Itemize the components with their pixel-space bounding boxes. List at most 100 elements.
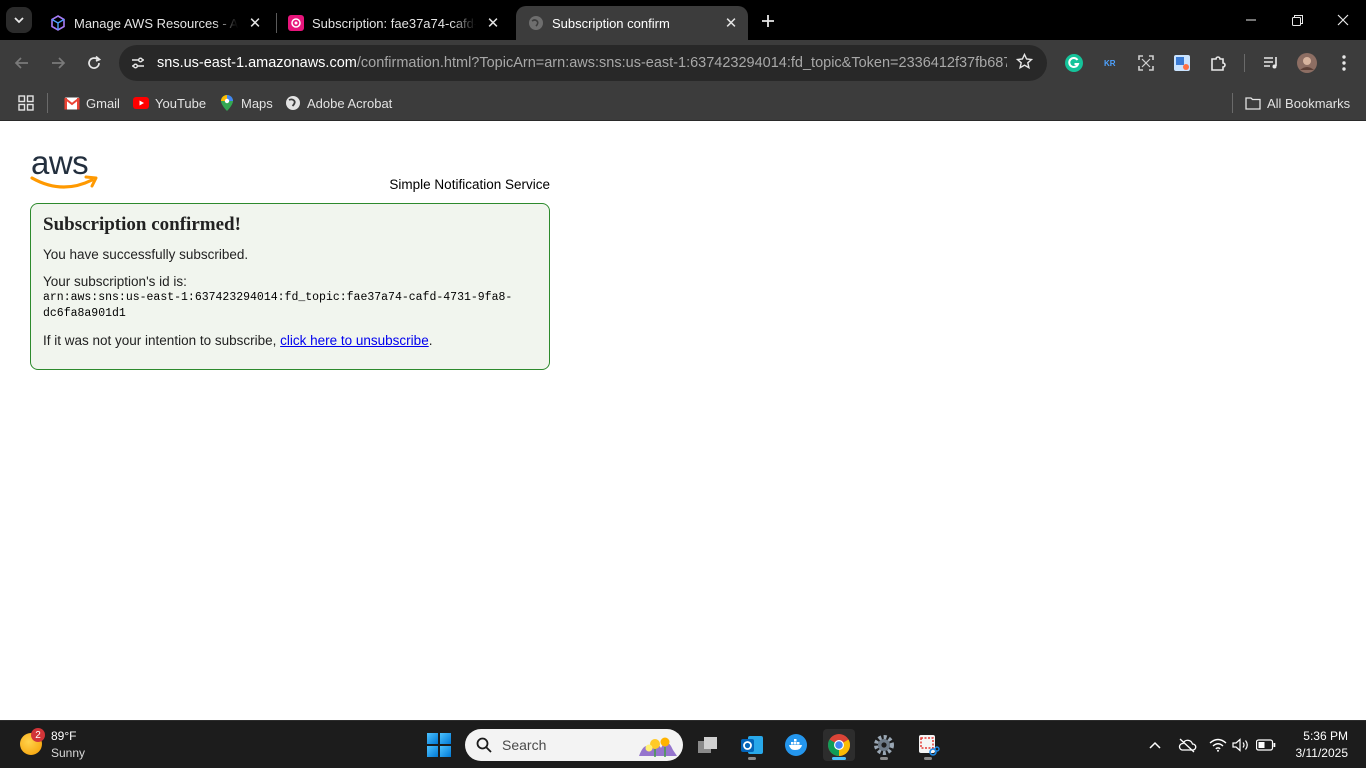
wifi-icon[interactable] (1208, 735, 1228, 755)
gmail-icon (64, 95, 80, 111)
running-indicator (924, 757, 932, 760)
close-icon (1337, 14, 1349, 26)
close-icon[interactable]: ✕ (722, 14, 740, 32)
youtube-icon (133, 95, 149, 111)
running-indicator (880, 757, 888, 760)
menu-kebab-icon[interactable] (1333, 52, 1355, 74)
snipping-tool-app[interactable] (912, 729, 944, 761)
tab-manage-aws[interactable]: Manage AWS Resources - AWS ✕ (38, 6, 272, 40)
media-icon[interactable] (1260, 52, 1282, 74)
bookmark-gmail[interactable]: Gmail (64, 92, 120, 114)
close-window-button[interactable] (1320, 0, 1366, 40)
page-title: Subscription confirmed! (43, 214, 241, 235)
bookmark-label: Adobe Acrobat (307, 95, 393, 111)
clock-time[interactable]: 5:36 PM (1303, 729, 1348, 743)
confirmation-box: Subscription confirmed! You have success… (30, 203, 550, 370)
toolbar-separator (1244, 54, 1245, 72)
docker-app[interactable] (780, 729, 812, 761)
url-host: sns.us-east-1.amazonaws.com (157, 55, 357, 71)
globe-icon (285, 95, 301, 111)
bookmark-label: Gmail (86, 95, 120, 111)
notification-badge: 2 (31, 728, 45, 742)
close-icon[interactable]: ✕ (484, 14, 502, 32)
tab-title: Subscription confirm (552, 15, 670, 31)
subscription-id-value: arn:aws:sns:us-east-1:637423294014:fd_to… (43, 291, 513, 320)
apps-button[interactable] (18, 92, 40, 114)
tab-title: Manage AWS Resources - AWS (74, 15, 238, 31)
sns-icon (288, 15, 304, 31)
restore-icon (1291, 14, 1303, 26)
aws-logo: aws (30, 144, 100, 193)
plus-icon (762, 15, 774, 27)
folder-icon (1245, 95, 1261, 111)
grammarly-icon[interactable] (1063, 52, 1085, 74)
active-indicator (832, 757, 846, 760)
all-bookmarks-label: All Bookmarks (1267, 95, 1351, 111)
search-icon (475, 736, 493, 754)
profile-avatar[interactable] (1296, 52, 1318, 74)
clock-date[interactable]: 3/11/2025 (1296, 746, 1349, 760)
start-button[interactable] (427, 733, 451, 757)
tab-subscription-confirm[interactable]: Subscription confirm ✕ (516, 6, 748, 40)
maps-pin-icon (219, 95, 235, 111)
unsubscribe-prefix: If it was not your intention to subscrib… (43, 333, 281, 348)
aws-cube-icon (50, 15, 66, 31)
taskbar-search[interactable]: Search (465, 729, 683, 761)
reload-button[interactable] (82, 51, 106, 75)
unsubscribe-link[interactable]: click here to unsubscribe (280, 333, 429, 348)
battery-icon[interactable] (1256, 735, 1276, 755)
url-path: /confirmation.html?TopicArn=arn:aws:sns:… (356, 55, 1007, 71)
tab-title: Subscription: fae37a74-cafd-4731 (312, 15, 476, 31)
task-view-button[interactable] (692, 729, 724, 761)
all-bookmarks-button[interactable]: All Bookmarks (1232, 92, 1350, 114)
unsubscribe-suffix: . (428, 333, 433, 348)
running-indicator (748, 757, 756, 760)
volume-icon[interactable] (1231, 735, 1251, 755)
bookmark-adobe-acrobat[interactable]: Adobe Acrobat (285, 92, 392, 114)
weather-temperature: 89°F (51, 729, 77, 743)
bookmark-label: YouTube (155, 95, 207, 111)
arrow-left-icon (14, 57, 28, 69)
bookmarks-bar: Gmail YouTube Maps Adobe Acrobat All Boo… (0, 86, 1366, 121)
fullscreen-icon[interactable] (1135, 52, 1157, 74)
close-icon[interactable]: ✕ (246, 14, 264, 32)
apps-grid-icon (18, 95, 34, 111)
weather-condition: Sunny (51, 746, 86, 760)
bookmark-maps[interactable]: Maps (219, 92, 273, 114)
forward-button[interactable] (46, 51, 70, 75)
svg-text:KR: KR (1104, 59, 1116, 68)
new-tab-button[interactable] (756, 9, 780, 33)
reload-icon (88, 55, 102, 69)
tab-search-button[interactable] (6, 7, 32, 33)
address-bar[interactable]: sns.us-east-1.amazonaws.com/confirmation… (119, 45, 1047, 81)
docker-icon (785, 734, 807, 756)
bookmarks-separator (1232, 93, 1233, 113)
windows-logo-icon (427, 733, 438, 744)
puzzle-icon[interactable] (1207, 52, 1229, 74)
aws-smile-icon (30, 175, 98, 189)
url-text: sns.us-east-1.amazonaws.com/confirmation… (157, 55, 1007, 71)
settings-app[interactable] (868, 729, 900, 761)
minimize-button[interactable] (1228, 0, 1274, 40)
kr-icon[interactable]: KR (1099, 52, 1121, 74)
image-ext-icon[interactable] (1171, 52, 1193, 74)
chrome-app[interactable] (823, 729, 855, 761)
show-hidden-icons-button[interactable] (1145, 735, 1165, 755)
back-button[interactable] (10, 51, 34, 75)
outlook-app[interactable] (736, 729, 768, 761)
search-placeholder: Search (502, 737, 547, 753)
task-view-icon (698, 737, 717, 753)
site-info-icon[interactable] (127, 52, 149, 74)
chrome-icon (828, 734, 850, 756)
unsubscribe-line: If it was not your intention to subscrib… (43, 333, 537, 348)
tab-subscription[interactable]: Subscription: fae37a74-cafd-4731 ✕ (276, 6, 510, 40)
subscription-id-label: Your subscription's id is: (43, 274, 187, 289)
bookmark-star-icon[interactable] (1015, 52, 1034, 75)
snipping-tool-icon (919, 735, 940, 756)
browser-toolbar: sns.us-east-1.amazonaws.com/confirmation… (0, 40, 1366, 86)
restore-button[interactable] (1274, 0, 1320, 40)
bookmark-youtube[interactable]: YouTube (133, 92, 206, 114)
service-name: Simple Notification Service (389, 177, 550, 192)
bookmark-label: Maps (241, 95, 273, 111)
onedrive-offline-icon[interactable] (1177, 735, 1197, 755)
